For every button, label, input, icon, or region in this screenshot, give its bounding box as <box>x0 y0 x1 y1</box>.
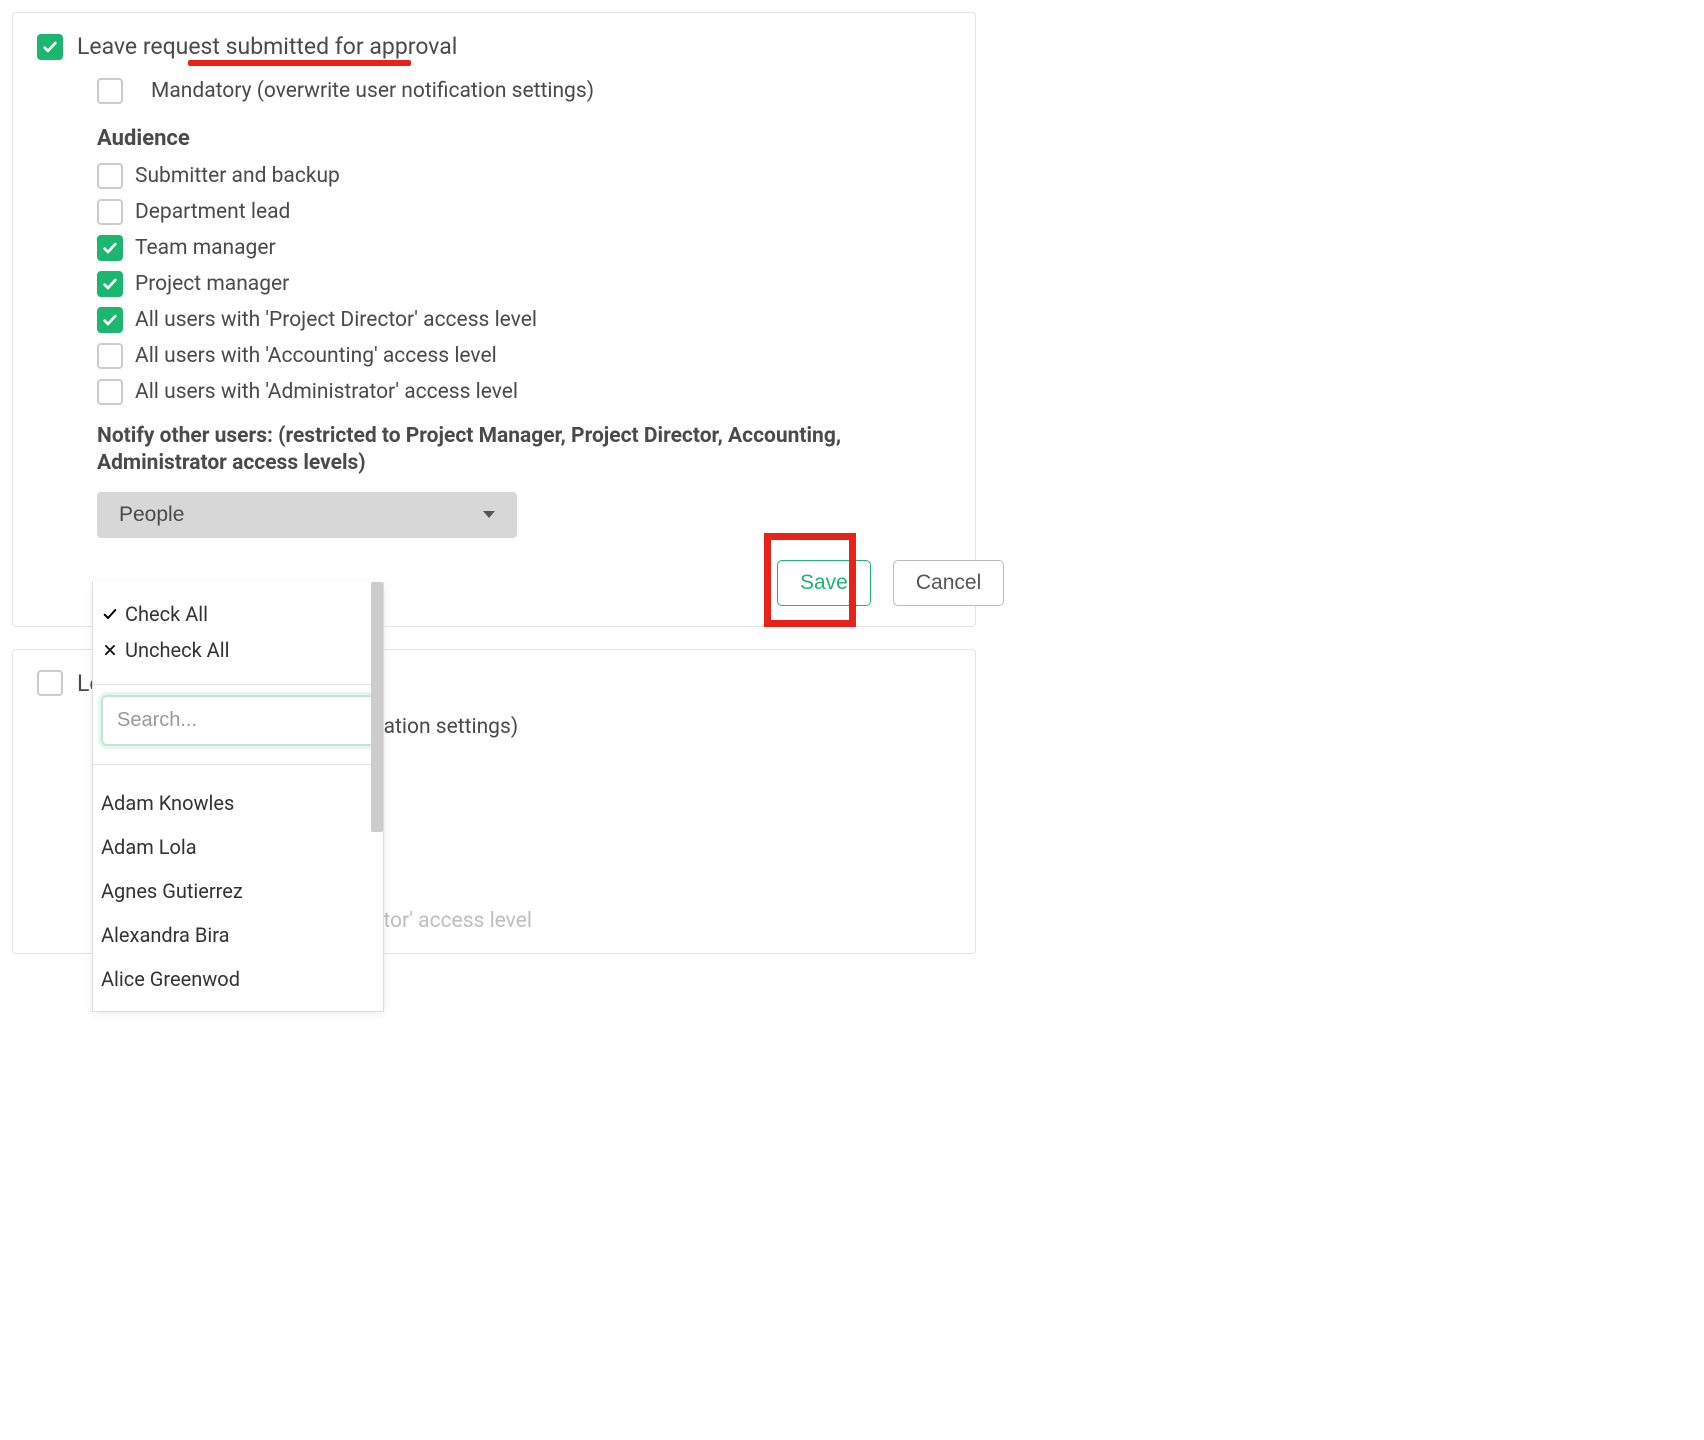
audience-row: All users with 'Administrator' access le… <box>97 379 951 405</box>
panel-title-row: Leave request submitted for approval <box>37 33 951 60</box>
audience-checkbox-3[interactable] <box>97 271 123 297</box>
people-list-item[interactable]: Alice Greenwod <box>93 957 383 1001</box>
audience-label: Project manager <box>135 272 289 296</box>
uncheck-all-label: Uncheck All <box>125 638 229 662</box>
enable-notification-checkbox-2[interactable] <box>37 670 63 696</box>
panel2-mandatory-tail: otification settings) <box>337 715 951 739</box>
people-dropdown-label: People <box>119 503 184 527</box>
mandatory-label: Mandatory (overwrite user notification s… <box>151 79 594 103</box>
check-all-label: Check All <box>125 602 208 626</box>
dropdown-divider <box>93 684 383 685</box>
audience-row: All users with 'Project Director' access… <box>97 307 951 333</box>
cancel-button[interactable]: Cancel <box>893 560 1004 606</box>
dropdown-scrollbar[interactable] <box>371 582 383 832</box>
annotation-underline <box>188 60 411 66</box>
audience-label: All users with 'Accounting' access level <box>135 344 497 368</box>
audience-checkbox-6[interactable] <box>97 379 123 405</box>
audience-label: Submitter and backup <box>135 164 340 188</box>
audience-checkbox-4[interactable] <box>97 307 123 333</box>
people-dropdown[interactable]: People <box>97 492 517 538</box>
people-list: Adam KnowlesAdam LolaAgnes GutierrezAlex… <box>93 775 383 1011</box>
audience-row: All users with 'Accounting' access level <box>97 343 951 369</box>
people-list-item[interactable]: Adam Knowles <box>93 781 383 825</box>
people-search-input[interactable] <box>101 695 375 746</box>
audience-row: Team manager <box>97 235 951 261</box>
audience-label: All users with 'Project Director' access… <box>135 308 537 332</box>
audience-label: All users with 'Administrator' access le… <box>135 380 518 404</box>
enable-notification-checkbox[interactable] <box>37 34 63 60</box>
panel-title: Leave request submitted for approval <box>77 33 457 60</box>
mandatory-checkbox[interactable] <box>97 78 123 104</box>
notify-heading: Notify other users: (restricted to Proje… <box>97 423 867 478</box>
notification-panel-1: Leave request submitted for approval Man… <box>12 12 976 627</box>
action-row: Save Cancel <box>777 560 951 606</box>
audience-row: Project manager <box>97 271 951 297</box>
save-button[interactable]: Save <box>777 560 871 606</box>
mandatory-row: Mandatory (overwrite user notification s… <box>97 78 951 104</box>
audience-row: Department lead <box>97 199 951 225</box>
audience-checkbox-0[interactable] <box>97 163 123 189</box>
audience-checkbox-2[interactable] <box>97 235 123 261</box>
panel-body: Mandatory (overwrite user notification s… <box>97 78 951 606</box>
audience-list: Submitter and backup Department lead Team … <box>97 163 951 405</box>
audience-label: Team manager <box>135 236 276 260</box>
people-dropdown-panel: Check All Uncheck All Adam KnowlesAdam L… <box>92 582 384 1012</box>
audience-checkbox-5[interactable] <box>97 343 123 369</box>
dropdown-divider-2 <box>93 764 383 765</box>
check-icon <box>101 606 119 622</box>
people-list-item[interactable]: Alexandra Bira <box>93 913 383 957</box>
audience-checkbox-1[interactable] <box>97 199 123 225</box>
audience-row: Submitter and backup <box>97 163 951 189</box>
people-list-item[interactable]: Adam Lola <box>93 825 383 869</box>
people-list-item[interactable]: Agnes Gutierrez <box>93 869 383 913</box>
x-icon <box>101 643 119 657</box>
check-all-action[interactable]: Check All <box>101 596 375 632</box>
audience-heading: Audience <box>97 126 951 151</box>
audience-label: Department lead <box>135 200 290 224</box>
caret-down-icon <box>483 511 495 518</box>
uncheck-all-action[interactable]: Uncheck All <box>101 632 375 668</box>
